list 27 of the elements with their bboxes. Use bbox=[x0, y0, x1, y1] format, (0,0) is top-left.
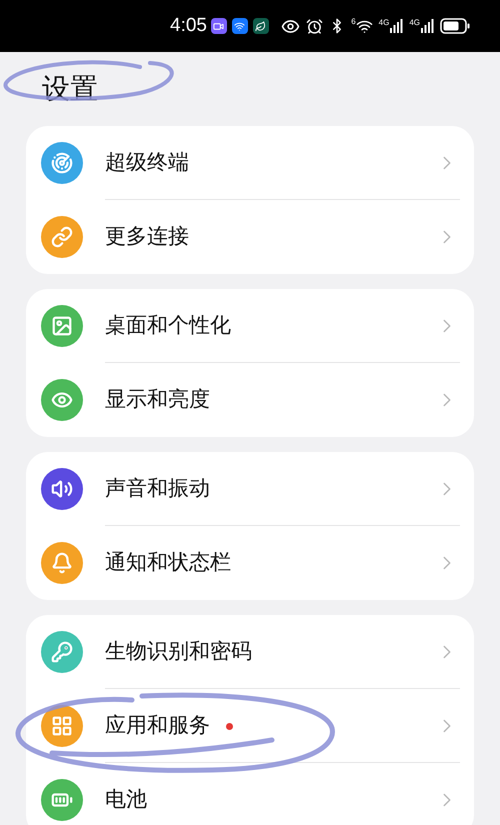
item-label: 生物识别和密码 bbox=[105, 639, 252, 666]
item-label: 电池 bbox=[105, 787, 147, 814]
signal-icon bbox=[390, 19, 404, 33]
alarm-icon bbox=[306, 18, 324, 34]
settings-item[interactable]: 超级终端 bbox=[26, 126, 474, 200]
item-label: 更多连接 bbox=[105, 224, 189, 250]
settings-item[interactable]: 应用和服务 bbox=[26, 689, 474, 763]
settings-item[interactable]: 显示和亮度 bbox=[26, 363, 474, 437]
clock-time: 4:05 bbox=[170, 14, 207, 38]
item-label: 桌面和个性化 bbox=[105, 313, 231, 340]
signal-icon bbox=[421, 19, 434, 33]
settings-item[interactable]: 更多连接 bbox=[26, 200, 474, 274]
wifi-label: 6 bbox=[351, 18, 356, 26]
network-label: 4G bbox=[378, 19, 390, 27]
item-label: 超级终端 bbox=[105, 150, 189, 176]
page-title: 设置 bbox=[42, 72, 98, 106]
battery-icon bbox=[440, 18, 470, 34]
item-label: 声音和振动 bbox=[105, 476, 210, 502]
settings-item[interactable]: 电池 bbox=[26, 763, 474, 825]
settings-item[interactable]: 桌面和个性化 bbox=[26, 289, 474, 363]
settings-item[interactable]: 通知和状态栏 bbox=[26, 526, 474, 600]
item-label: 应用和服务 bbox=[105, 713, 210, 740]
item-label: 显示和亮度 bbox=[105, 387, 210, 414]
settings-item[interactable]: 声音和振动 bbox=[26, 452, 474, 526]
network-label: 4G bbox=[409, 19, 420, 27]
settings-item[interactable]: 生物识别和密码 bbox=[26, 615, 474, 689]
item-label: 通知和状态栏 bbox=[105, 550, 231, 576]
